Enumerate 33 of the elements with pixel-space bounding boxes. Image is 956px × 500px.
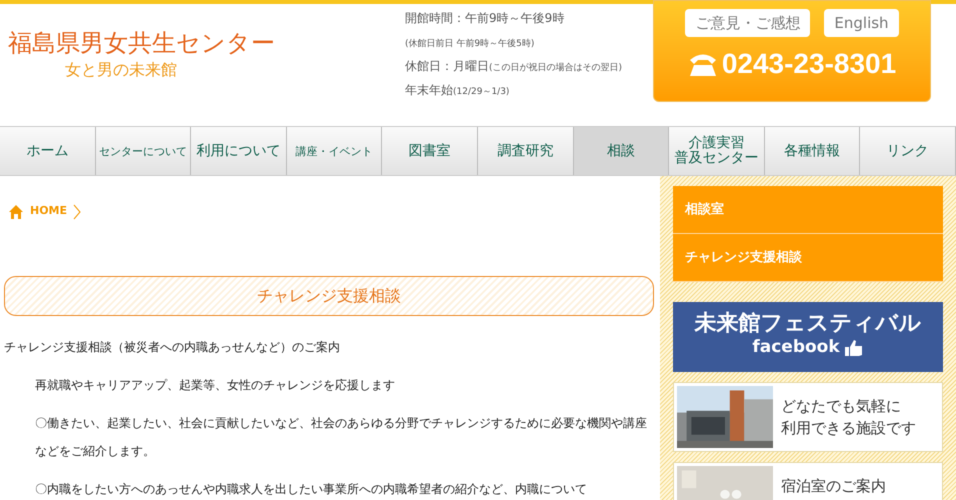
banner-text: どなたでも気軽に 利用できる施設です	[781, 396, 916, 439]
nav-tab[interactable]: 相談	[574, 127, 670, 175]
site-subtitle: 女と男の未来館	[65, 59, 178, 81]
header-link-button[interactable]: English	[824, 9, 899, 37]
nav-tab[interactable]: リンク	[860, 127, 956, 175]
hours-text: (休館日前日 午前9時～午後5時)	[405, 38, 536, 50]
page-title: チャレンジ支援相談	[4, 276, 654, 316]
body-paragraph: 〇内職をしたい方へのあっせんや内職求人を出したい事業所への内職希望者の紹介など、内職について	[34, 481, 588, 498]
nav-tab[interactable]: 利用について	[191, 127, 287, 175]
thumbs-up-icon	[844, 339, 864, 357]
phone-number: 0243-23-8301	[722, 47, 896, 81]
body-paragraph: 再就職やキャリアアップ、起業等、女性のチャレンジを応援します	[34, 377, 396, 394]
nav-tab[interactable]: 介護実習 普及センター	[669, 127, 765, 175]
body-paragraph: チャレンジ支援相談（被災者への内職あっせんなど）のご案内	[4, 339, 341, 356]
home-icon	[8, 204, 24, 220]
chevron-right-icon	[73, 204, 82, 220]
hours-text: 開館時間：午前9時～午後9時	[405, 10, 566, 27]
header-link-button[interactable]: ご意見・ご感想	[685, 9, 810, 37]
sidebar-banner[interactable]: 宿泊室のご案内	[673, 462, 943, 500]
hours-text: 年末年始(12/29～1/3)	[405, 82, 510, 99]
facebook-wordmark: facebook	[752, 336, 840, 360]
site-title[interactable]: 福島県男女共生センター	[8, 28, 405, 58]
banner-text: 宿泊室のご案内	[781, 476, 886, 497]
nav-tab[interactable]: センターについて	[96, 127, 192, 175]
nav-tab[interactable]: ホーム	[0, 127, 96, 175]
body-paragraph: 〇働きたい、起業したい、社会に貢献したいなど、社会のあらゆる分野でチャレンジするために必要な機関や講座などをご紹介します。	[34, 415, 648, 460]
nav-tab[interactable]: 講座・イベント	[286, 127, 382, 175]
nav-tab[interactable]: 各種情報	[764, 127, 860, 175]
nav-tab[interactable]: 図書室	[382, 127, 478, 175]
facebook-banner[interactable]: 未来館フェスティバル facebook	[673, 302, 943, 372]
hours-text: 休館日：月曜日(この日が祝日の場合はその翌日)	[405, 58, 624, 75]
sidebar-banner[interactable]: どなたでも気軽に 利用できる施設です	[673, 382, 943, 452]
banner-title: 未来館フェスティバル	[694, 313, 922, 336]
